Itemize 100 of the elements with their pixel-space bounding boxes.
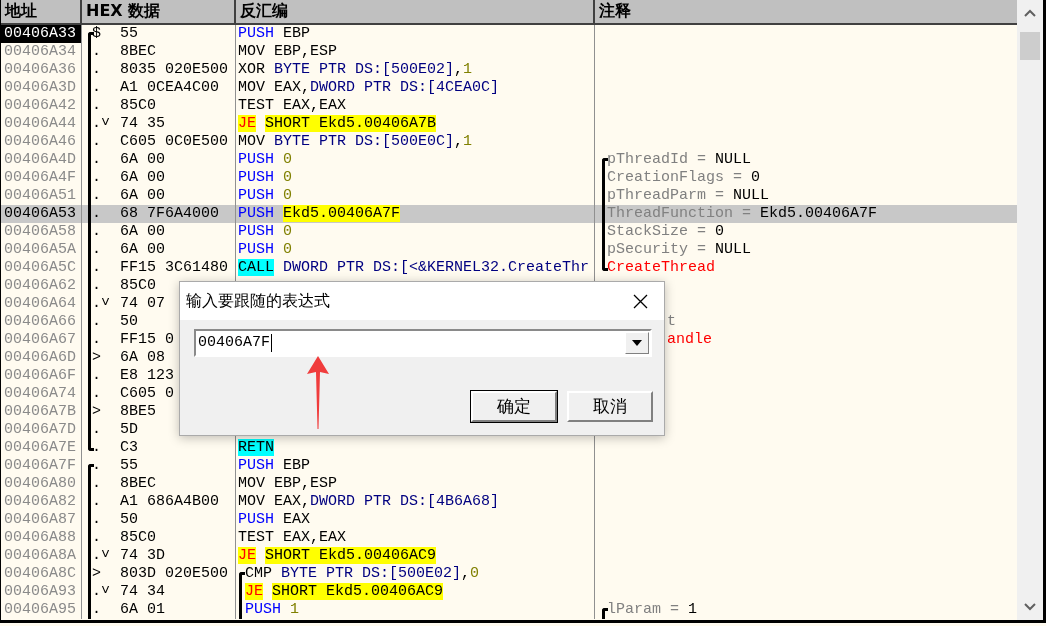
address-cell: 00406A93 xyxy=(1,583,82,601)
hex-bytes: 6A 00 xyxy=(120,187,165,205)
address-cell: 00406A5C xyxy=(1,259,82,277)
listing-row[interactable]: 00406A8A .˅ 74 3D JE SHORT Ekd5.00406AC9 xyxy=(1,547,1017,565)
jump-marker: $ xyxy=(92,25,102,43)
dialog-title: 输入要跟随的表达式 xyxy=(186,290,330,312)
listing-row[interactable]: 00406A7F . 55 PUSH EBP xyxy=(1,457,1017,475)
listing-row[interactable]: 00406A33 $ 55 PUSH EBP xyxy=(1,25,1017,43)
address-cell: 00406A82 xyxy=(1,493,82,511)
jump-marker: .˅ xyxy=(92,295,111,313)
scrollbar-thumb[interactable] xyxy=(1020,32,1040,60)
address-cell: 00406A7D xyxy=(1,421,82,439)
listing-row[interactable]: 00406A4D . 6A 00 PUSH 0 pThreadId = NULL xyxy=(1,151,1017,169)
close-icon[interactable] xyxy=(633,293,648,309)
instruction-text: PUSH EBP xyxy=(238,457,311,474)
address-cell: 00406A34 xyxy=(1,43,82,61)
column-header: 地址 xyxy=(1,0,82,23)
instruction-text: PUSH 0 xyxy=(238,151,293,168)
column-header: 注释 xyxy=(598,0,632,22)
address-cell: 00406A4F xyxy=(1,169,82,187)
hex-bytes: 68 7F6A4000 xyxy=(120,205,220,223)
instruction-text: PUSH 0 xyxy=(238,187,293,204)
instruction-text: JE SHORT Ekd5.00406AC9 xyxy=(245,583,444,600)
dialog-button[interactable]: 确定 xyxy=(471,391,557,422)
hex-bytes: 6A 01 xyxy=(120,601,165,619)
address-cell: 00406A95 xyxy=(1,601,82,619)
listing-row[interactable]: 00406A87 . 50 PUSH EAX xyxy=(1,511,1017,529)
listing-row[interactable]: 00406A36 . 8035 020E500 XOR BYTE PTR DS:[500E02],1 xyxy=(1,61,1017,79)
address-cell: 00406A66 xyxy=(1,313,82,331)
listing-row[interactable]: 00406A34 . 8BEC MOV EBP,ESP xyxy=(1,43,1017,61)
comment-text: CreationFlags = 0 xyxy=(607,169,761,186)
instruction-text: MOV BYTE PTR DS:[500E0C],1 xyxy=(238,133,473,150)
hex-bytes: 8BEC xyxy=(120,475,156,493)
jump-marker: . xyxy=(92,385,102,403)
comment-text: pThreadParm = NULL xyxy=(607,187,770,204)
listing-row[interactable]: 00406A4F . 6A 00 PUSH 0 CreationFlags = 0 xyxy=(1,169,1017,187)
listing-row[interactable]: 00406A5C . FF15 3C61480 CALL DWORD PTR DS:[<&KERNEL32.CreateThr CreateThread xyxy=(1,259,1017,277)
jump-marker: . xyxy=(92,187,102,205)
jump-marker: .˅ xyxy=(92,583,111,601)
jump-marker: . xyxy=(92,439,102,457)
listing-row[interactable]: 00406A44 .˅ 74 35 JE SHORT Ekd5.00406A7B xyxy=(1,115,1017,133)
instruction-text: PUSH EAX xyxy=(238,511,311,528)
hex-bytes: 74 3D xyxy=(120,547,165,565)
jump-marker: . xyxy=(92,313,102,331)
jump-marker: > xyxy=(92,349,102,367)
hex-bytes: C605 0C0E500 xyxy=(120,133,229,151)
hex-bytes: 55 xyxy=(120,457,138,475)
address-cell: 00406A64 xyxy=(1,295,82,313)
instruction-text: MOV EBP,ESP xyxy=(238,43,338,60)
listing-row[interactable]: 00406A82 . A1 686A4B00 MOV EAX,DWORD PTR DS:[4B6A68] xyxy=(1,493,1017,511)
hex-bytes: 74 34 xyxy=(120,583,165,601)
instruction-text: PUSH Ekd5.00406A7F xyxy=(238,205,401,222)
jump-marker: . xyxy=(92,331,102,349)
address-cell: 00406A6F xyxy=(1,367,82,385)
jump-marker: . xyxy=(92,97,102,115)
listing-row[interactable]: 00406A46 . C605 0C0E500 MOV BYTE PTR DS:[500E0C],1 xyxy=(1,133,1017,151)
listing-row[interactable]: 00406A7E . C3 RETN xyxy=(1,439,1017,457)
jump-marker: > xyxy=(92,565,102,583)
listing-row[interactable]: 00406A53 . 68 7F6A4000 PUSH Ekd5.00406A7F ThreadFunction = Ekd5.00406A7F xyxy=(1,205,1017,223)
listing-row[interactable]: 00406A95 . 6A 01 PUSH 1 lParam = 1 xyxy=(1,601,1017,619)
jump-marker: . xyxy=(92,457,102,475)
hex-bytes: 85C0 xyxy=(120,277,156,295)
jump-marker: . xyxy=(92,223,102,241)
dialog-button[interactable]: 取消 xyxy=(567,391,653,422)
instruction-text: RETN xyxy=(238,439,274,456)
address-cell: 00406A74 xyxy=(1,385,82,403)
listing-row[interactable]: 00406A3D . A1 0CEA4C00 MOV EAX,DWORD PTR DS:[4CEA0C] xyxy=(1,79,1017,97)
jump-marker: . xyxy=(92,169,102,187)
instruction-text: MOV EBP,ESP xyxy=(238,475,338,492)
hex-bytes: 8035 020E500 xyxy=(120,61,229,79)
comment-text: t xyxy=(667,313,676,330)
jump-marker: . xyxy=(92,529,102,547)
address-cell: 00406A53 xyxy=(1,205,82,223)
hex-bytes: 5D xyxy=(120,421,138,439)
address-cell: 00406A8C xyxy=(1,565,82,583)
listing-row[interactable]: 00406A93 .˅ 74 34 JE SHORT Ekd5.00406AC9 xyxy=(1,583,1017,601)
address-cell: 00406A58 xyxy=(1,223,82,241)
hex-bytes: 6A 00 xyxy=(120,223,165,241)
address-cell: 00406A6D xyxy=(1,349,82,367)
listing-row[interactable]: 00406A80 . 8BEC MOV EBP,ESP xyxy=(1,475,1017,493)
jump-marker: . xyxy=(92,421,102,439)
listing-row[interactable]: 00406A58 . 6A 00 PUSH 0 StackSize = 0 xyxy=(1,223,1017,241)
jump-marker: . xyxy=(92,475,102,493)
address-cell: 00406A44 xyxy=(1,115,82,133)
hex-bytes: 6A 00 xyxy=(120,241,165,259)
hex-bytes: 6A 00 xyxy=(120,169,165,187)
jump-marker: . xyxy=(92,493,102,511)
comment-text: StackSize = 0 xyxy=(607,223,725,240)
hex-bytes: E8 123 xyxy=(120,367,174,385)
hex-bytes: 50 xyxy=(120,313,138,331)
address-cell: 00406A62 xyxy=(1,277,82,295)
jump-marker: . xyxy=(92,511,102,529)
hex-bytes: A1 0CEA4C00 xyxy=(120,79,220,97)
hex-bytes: 85C0 xyxy=(120,529,156,547)
jump-marker: . xyxy=(92,79,102,97)
address-cell: 00406A5A xyxy=(1,241,82,259)
address-cell: 00406A7E xyxy=(1,439,82,457)
jump-marker: .˅ xyxy=(92,547,111,565)
hex-bytes: 85C0 xyxy=(120,97,156,115)
hex-bytes: 74 07 xyxy=(120,295,165,313)
